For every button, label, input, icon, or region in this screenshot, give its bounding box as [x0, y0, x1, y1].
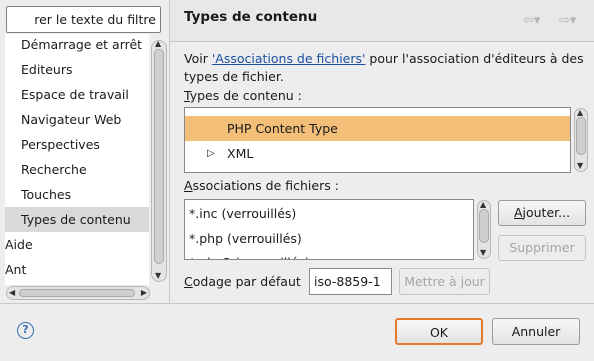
file-associations-list[interactable]: *.inc (verrouillés) *.php (verrouillés) … — [184, 199, 474, 260]
cancel-button[interactable]: Annuler — [492, 318, 580, 345]
scrollbar-thumb[interactable] — [19, 289, 135, 297]
scroll-down-icon[interactable]: ▼ — [155, 272, 161, 280]
partial-row: ▸ — [185, 108, 570, 110]
description-text: Voir 'Associations de fichiers' pour l'a… — [184, 50, 584, 86]
tree-item-recherche[interactable]: Recherche — [5, 157, 149, 182]
tree-item-editeurs[interactable]: Editeurs — [5, 57, 149, 82]
page-title: Types de contenu — [184, 9, 318, 25]
help-icon[interactable]: ? — [17, 322, 34, 339]
tree-item-types-de-contenu[interactable]: Types de contenu — [5, 207, 149, 232]
encoding-label: Codage par défaut — [184, 274, 301, 290]
tree-item-label: Touches — [21, 187, 72, 202]
tree-item-label: Editeurs — [21, 62, 73, 77]
file-associations-scrollbar[interactable]: ▲ ▼ — [477, 200, 491, 259]
tree-item-demarrage[interactable]: Démarrage et arrêt — [5, 34, 149, 57]
forward-arrow-icon[interactable]: ⇨▾ — [559, 13, 576, 28]
content-type-xml[interactable]: ▷ XML — [185, 141, 570, 166]
tree-item-perspectives[interactable]: Perspectives — [5, 132, 149, 157]
tree-item-label: Démarrage et arrêt — [21, 37, 143, 52]
file-association-item[interactable]: *.php (verrouillés) — [185, 226, 473, 251]
description-prefix: Voir — [184, 51, 212, 66]
tree-item-label: Aide — [5, 237, 33, 252]
ok-button[interactable]: OK — [395, 318, 483, 345]
scrollbar-thumb[interactable] — [576, 117, 586, 155]
file-associations-label: Associations de fichiers : — [184, 178, 339, 194]
scroll-left-icon[interactable]: ◀ — [9, 289, 15, 297]
file-associations-link[interactable]: 'Associations de fichiers' — [212, 51, 366, 66]
remove-button[interactable]: Supprimer — [498, 235, 586, 261]
tree-item-label: Recherche — [21, 162, 87, 177]
filter-text: rer le texte du filtre — [34, 12, 156, 27]
filter-input[interactable]: rer le texte du filtre — [6, 6, 161, 33]
tree-vertical-scrollbar[interactable]: ▲ ▼ — [151, 40, 167, 282]
scroll-down-icon[interactable]: ▼ — [480, 249, 486, 257]
content-types-label: Types de contenu : — [184, 88, 302, 104]
preference-tree[interactable]: Démarrage et arrêt Editeurs Espace de tr… — [5, 34, 149, 285]
button-bar-separator — [0, 303, 594, 304]
scroll-right-icon[interactable]: ▶ — [141, 289, 147, 297]
update-button[interactable]: Mettre à jour — [399, 268, 490, 295]
encoding-input[interactable]: iso-8859-1 — [309, 268, 392, 295]
page-header: Types de contenu ⇦▾ ⇨▾ — [170, 0, 594, 42]
label-rest: odage par défaut — [192, 274, 301, 289]
tree-item-label: Espace de travail — [21, 87, 129, 102]
file-association-item[interactable]: *.inc (verrouillés) — [185, 201, 473, 226]
mnemonic-letter: C — [184, 274, 193, 289]
scrollbar-thumb[interactable] — [154, 49, 164, 264]
content-types-scrollbar[interactable]: ▲ ▼ — [574, 108, 588, 172]
content-type-label: PHP Content Type — [227, 121, 338, 136]
tree-item-touches[interactable]: Touches — [5, 182, 149, 207]
tree-item-navigateur-web[interactable]: Navigateur Web — [5, 107, 149, 132]
tree-horizontal-scrollbar[interactable]: ◀ ▶ — [6, 286, 150, 300]
mnemonic-letter: A — [184, 178, 193, 193]
tree-item-aide[interactable]: Aide — [5, 232, 149, 257]
content-types-tree[interactable]: ▸ PHP Content Type ▷ XML — [184, 107, 571, 173]
tree-item-espace-de-travail[interactable]: Espace de travail — [5, 82, 149, 107]
back-arrow-icon[interactable]: ⇦▾ — [523, 13, 540, 28]
tree-item-label: Navigateur Web — [21, 112, 122, 127]
add-button[interactable]: Ajouter... — [498, 200, 586, 226]
tree-item-label: Types de contenu — [21, 212, 131, 227]
label-rest: ssociations de fichiers : — [192, 178, 339, 193]
scroll-up-icon[interactable]: ▲ — [480, 201, 486, 209]
expand-arrow-icon[interactable]: ▷ — [207, 141, 215, 166]
panel-divider[interactable] — [169, 0, 170, 303]
scroll-down-icon[interactable]: ▼ — [577, 162, 583, 170]
scroll-up-icon[interactable]: ▲ — [155, 40, 161, 48]
content-type-php[interactable]: PHP Content Type — [185, 116, 570, 141]
content-type-label: XML — [227, 146, 254, 161]
tree-item-label: Ant — [5, 262, 27, 277]
tree-item-ant[interactable]: Ant — [5, 257, 149, 282]
file-association-item[interactable]: *.php3 (verrouillés) — [185, 250, 473, 259]
label-rest: ypes de contenu : — [189, 88, 302, 103]
scroll-up-icon[interactable]: ▲ — [577, 109, 583, 117]
tree-item-label: Perspectives — [21, 137, 100, 152]
scrollbar-thumb[interactable] — [479, 209, 489, 243]
